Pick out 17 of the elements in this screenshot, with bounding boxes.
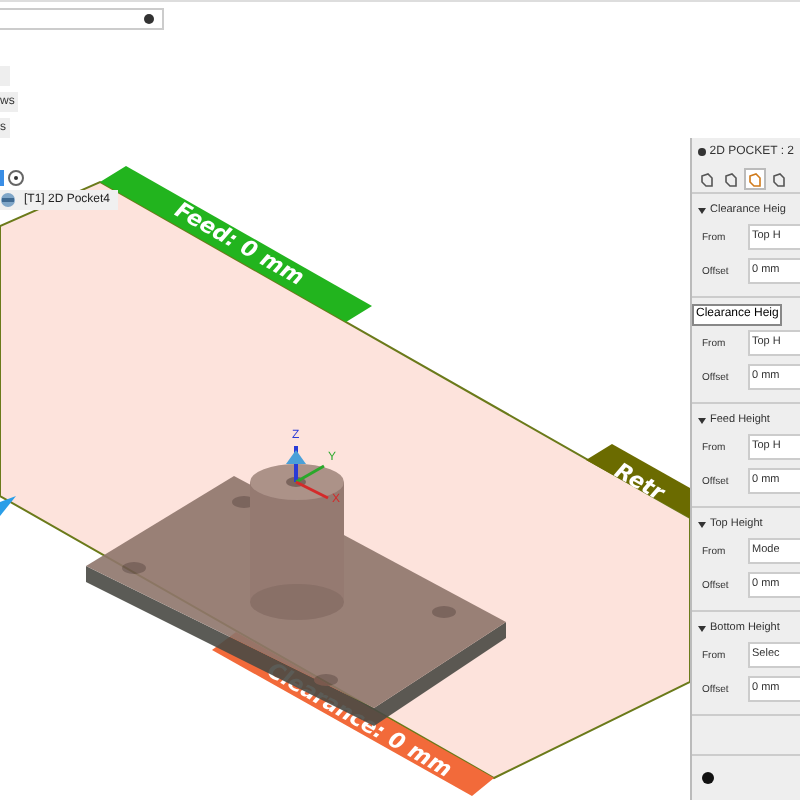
clear-icon[interactable] bbox=[144, 14, 154, 24]
height-label: Retr bbox=[610, 457, 669, 507]
expand-triangle-icon[interactable] bbox=[698, 521, 706, 527]
expand-triangle-icon[interactable] bbox=[698, 417, 706, 423]
panel-tab[interactable] bbox=[720, 168, 742, 190]
info-icon[interactable] bbox=[702, 772, 714, 784]
toolpath-icon bbox=[0, 192, 16, 208]
retract-height-band bbox=[586, 444, 690, 518]
expand-triangle-icon[interactable] bbox=[698, 207, 706, 213]
expand-triangle-icon[interactable] bbox=[698, 625, 706, 631]
search-field[interactable] bbox=[0, 8, 164, 30]
panel-tab[interactable] bbox=[768, 168, 790, 190]
marker-icon bbox=[0, 496, 16, 516]
radio-icon[interactable] bbox=[8, 170, 24, 186]
axis-triad-drawing bbox=[286, 446, 329, 500]
panel-tab[interactable] bbox=[744, 168, 766, 190]
panel-tab[interactable] bbox=[696, 168, 718, 190]
